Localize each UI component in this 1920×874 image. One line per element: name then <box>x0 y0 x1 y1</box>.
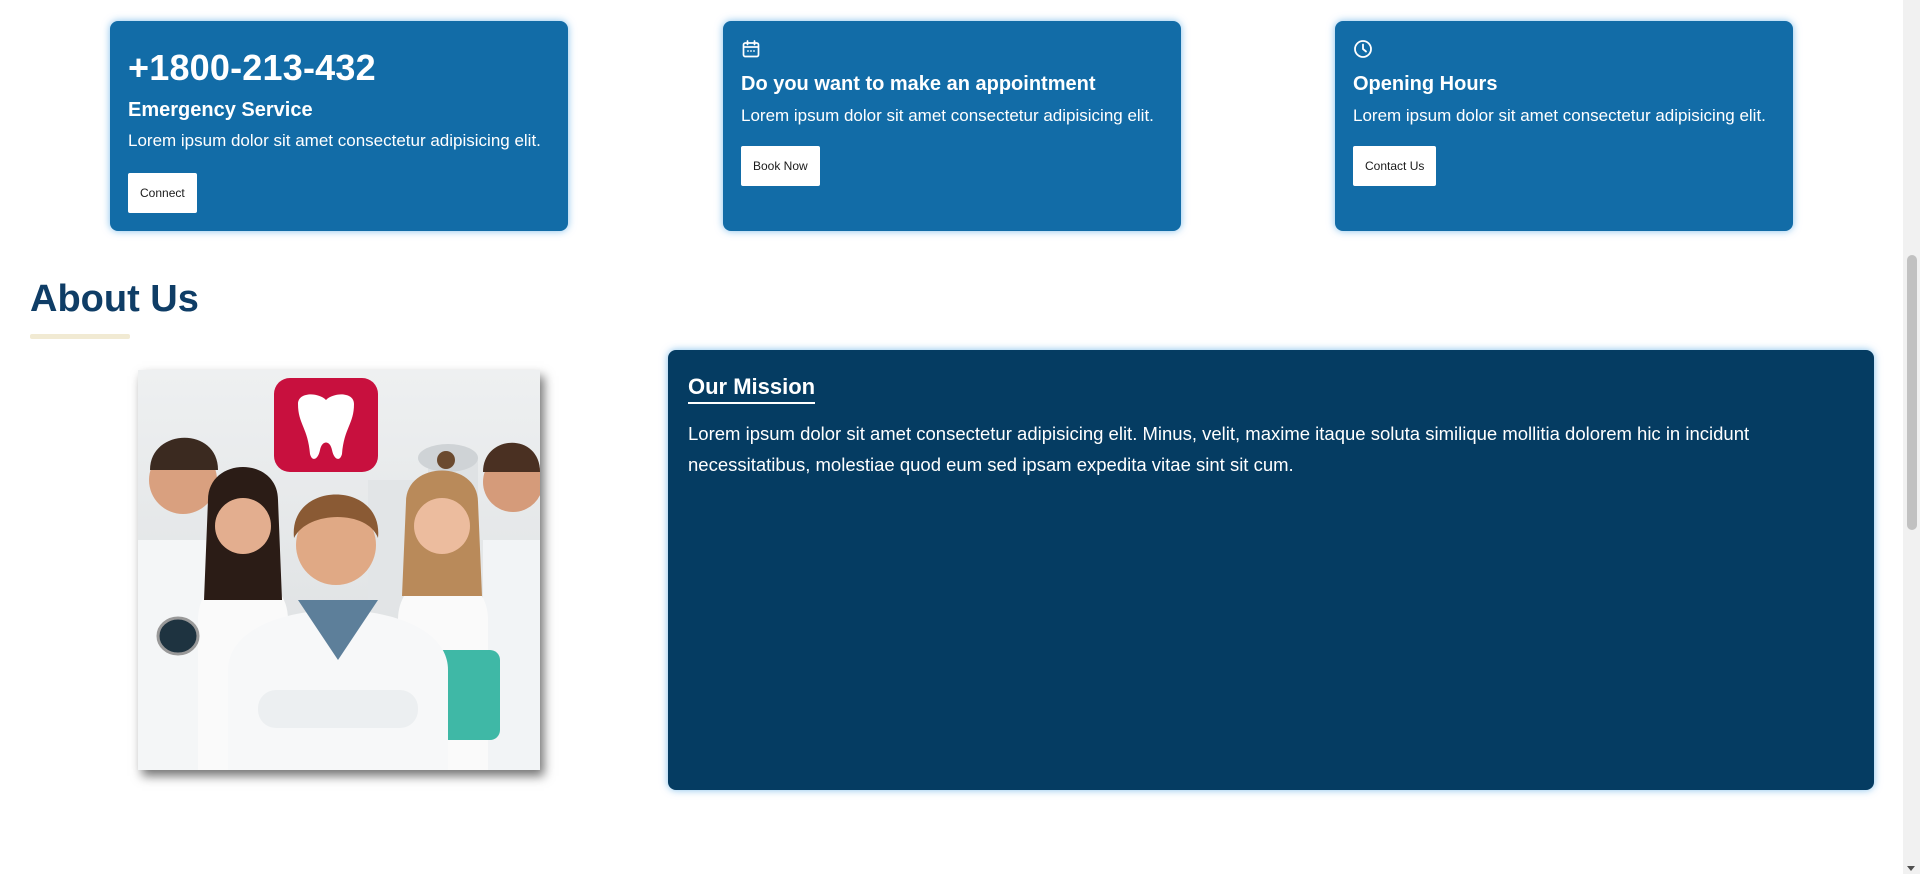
about-us-heading: About Us <box>30 278 199 320</box>
opening-hours-card: Opening Hours Lorem ipsum dolor sit amet… <box>1335 21 1793 231</box>
mission-title: Our Mission <box>688 374 816 404</box>
contact-us-button[interactable]: Contact Us <box>1353 146 1437 186</box>
appointment-card: Do you want to make an appointment Lorem… <box>723 21 1181 231</box>
phone-number: +1800-213-432 <box>128 47 376 88</box>
scroll-down-arrow-icon[interactable] <box>1907 866 1915 871</box>
dental-team-photo <box>138 370 540 770</box>
emergency-service-card: +1800-213-432 Emergency Service Lorem ip… <box>110 21 568 231</box>
page: +1800-213-432 Emergency Service Lorem ip… <box>0 0 1920 874</box>
card-title: Emergency Service <box>128 99 313 121</box>
vertical-scrollbar[interactable] <box>1903 0 1920 874</box>
clock-icon <box>1354 40 1372 58</box>
team-photo-illustration <box>138 370 540 770</box>
book-now-button[interactable]: Book Now <box>741 146 820 186</box>
connect-button[interactable]: Connect <box>128 173 197 213</box>
heading-underline <box>30 334 130 339</box>
card-title: Opening Hours <box>1353 73 1498 95</box>
scrollbar-thumb[interactable] <box>1907 255 1917 530</box>
card-text: Lorem ipsum dolor sit amet consectetur a… <box>741 106 1154 125</box>
our-mission-panel: Our Mission Lorem ipsum dolor sit amet c… <box>668 350 1874 790</box>
tooth-logo-icon <box>274 378 378 472</box>
mission-text: Lorem ipsum dolor sit amet consectetur a… <box>688 423 1750 475</box>
calendar-icon <box>742 40 760 58</box>
card-text: Lorem ipsum dolor sit amet consectetur a… <box>1353 106 1766 125</box>
card-title: Do you want to make an appointment <box>741 73 1096 95</box>
card-text: Lorem ipsum dolor sit amet consectetur a… <box>128 131 541 150</box>
